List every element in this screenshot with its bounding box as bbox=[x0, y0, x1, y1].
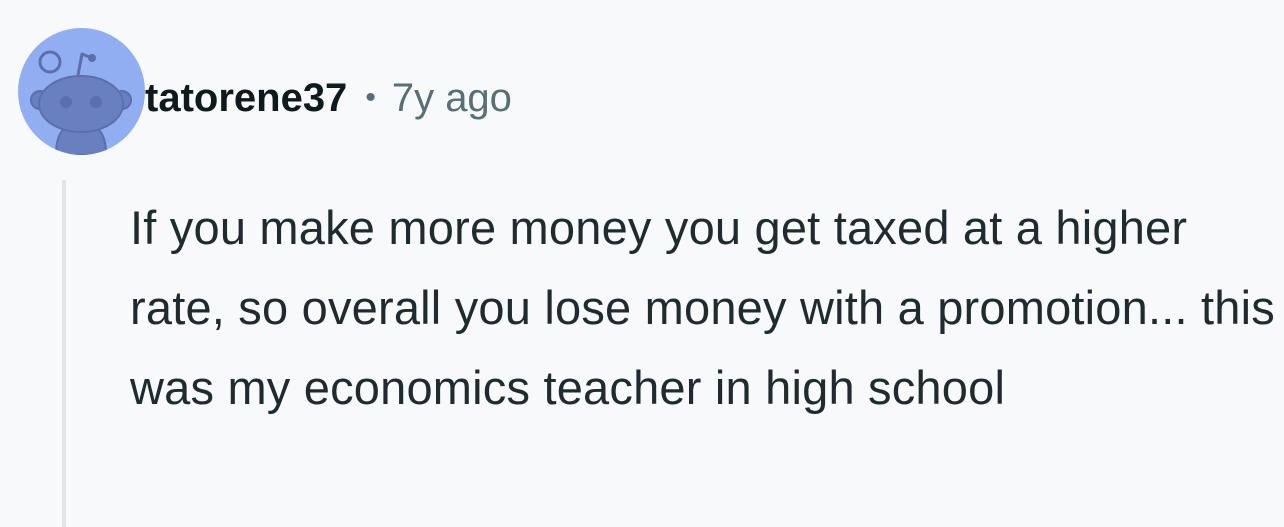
snoo-avatar-icon bbox=[30, 50, 132, 155]
comment-author[interactable]: tatorene37 bbox=[145, 76, 347, 121]
user-avatar[interactable] bbox=[18, 28, 145, 155]
comment-body: If you make more money you get taxed at … bbox=[130, 201, 1275, 414]
comment-timestamp[interactable]: 7y ago bbox=[392, 76, 512, 121]
comment: tatorene37 • 7y ago If you make more mon… bbox=[0, 0, 1284, 527]
thread-collapse-line[interactable] bbox=[62, 180, 66, 527]
comment-meta: tatorene37 • 7y ago bbox=[145, 70, 512, 126]
meta-separator: • bbox=[365, 81, 376, 114]
